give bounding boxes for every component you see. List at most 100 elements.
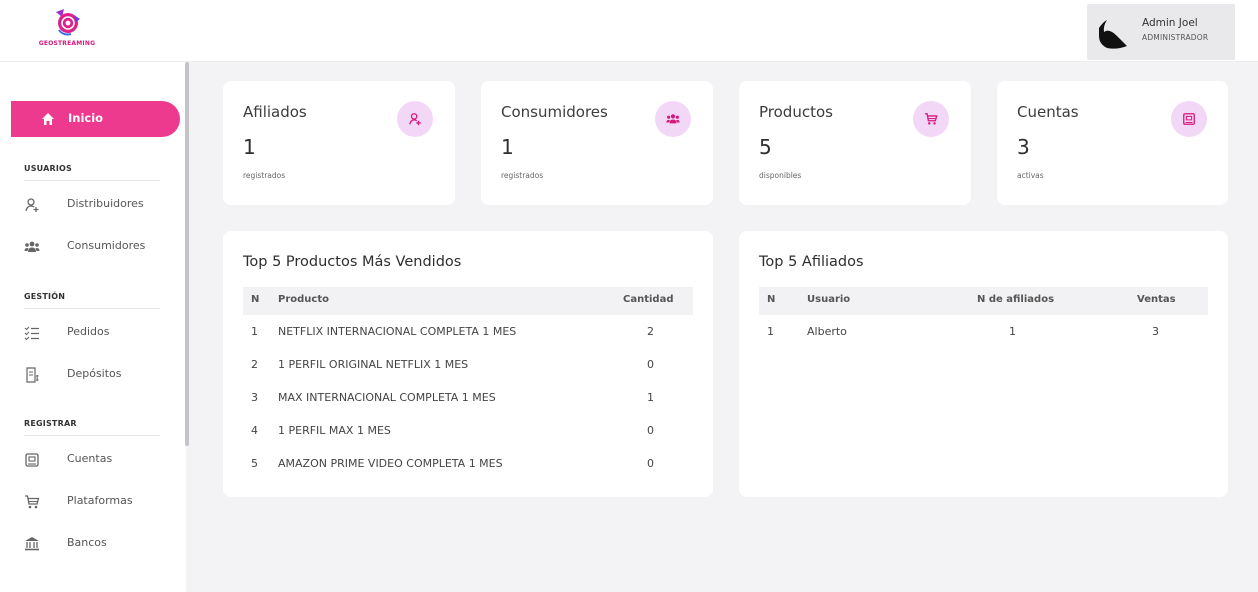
table-cell: 1 PERFIL MAX 1 MES — [278, 424, 391, 437]
bank-icon — [25, 537, 39, 551]
top-products-card: Top 5 Productos Más Vendidos N Producto … — [223, 231, 713, 497]
sidebar-item-consumidores[interactable]: Consumidores — [24, 236, 174, 258]
stat-subtitle: activas — [1017, 171, 1044, 180]
sidebar-item-label: Plataformas — [67, 494, 133, 507]
top-affiliates-card: Top 5 Afiliados N Usuario N de afiliados… — [739, 231, 1228, 497]
cart-icon — [924, 113, 938, 125]
logo-text: GEOSTREAMING — [38, 40, 96, 47]
stat-icon-badge — [655, 101, 691, 137]
table-cell: AMAZON PRIME VIDEO COMPLETA 1 MES — [278, 457, 503, 470]
table-row: 2 1 PERFIL ORIGINAL NETFLIX 1 MES 0 — [243, 350, 693, 383]
table-cell: 4 — [251, 424, 258, 437]
logo-mark-icon — [56, 9, 80, 36]
top-products-title: Top 5 Productos Más Vendidos — [243, 254, 462, 270]
stat-value: 3 — [1017, 135, 1030, 159]
sidebar-item-label: Inicio — [68, 111, 104, 125]
divider — [24, 435, 160, 436]
stat-icon-badge — [1171, 101, 1207, 137]
stat-value: 5 — [759, 135, 772, 159]
stat-subtitle: disponibles — [759, 171, 802, 180]
stat-card-afiliados: Afiliados 1 registrados — [223, 81, 455, 205]
table-cell: 1 — [647, 391, 654, 404]
table-cell: 0 — [647, 424, 654, 437]
column-header: Cantidad — [623, 294, 674, 305]
stat-title: Productos — [759, 103, 833, 121]
section-title-usuarios: USUARIOS — [24, 164, 72, 173]
section-title-gestion: GESTIÓN — [24, 292, 66, 301]
table-cell: NETFLIX INTERNACIONAL COMPLETA 1 MES — [278, 325, 517, 338]
column-header: Usuario — [807, 294, 851, 305]
column-header: N — [251, 294, 260, 305]
stat-title: Consumidores — [501, 103, 608, 121]
user-role: ADMINISTRADOR — [1142, 33, 1209, 42]
table-cell: 1 — [251, 325, 258, 338]
sidebar-item-cuentas[interactable]: Cuentas — [24, 449, 174, 471]
sidebar-item-inicio[interactable]: Inicio — [11, 101, 180, 137]
divider — [24, 308, 160, 309]
sidebar-item-plataformas[interactable]: Plataformas — [24, 491, 174, 513]
sidebar-item-pedidos[interactable]: Pedidos — [24, 322, 174, 344]
users-icon — [24, 241, 40, 252]
top-affiliates-title: Top 5 Afiliados — [759, 254, 864, 270]
column-header: Ventas — [1137, 294, 1176, 305]
table-cell: 2 — [251, 358, 258, 371]
users-icon — [666, 114, 680, 124]
stat-title: Afiliados — [243, 103, 307, 121]
sidebar-item-depositos[interactable]: Depósitos — [24, 364, 174, 386]
user-plus-icon — [409, 113, 421, 126]
home-icon — [42, 113, 54, 125]
table-cell: 0 — [647, 457, 654, 470]
sidebar-item-label: Consumidores — [67, 239, 146, 252]
column-header: N — [767, 294, 776, 305]
stat-subtitle: registrados — [243, 171, 286, 180]
stat-title: Cuentas — [1017, 103, 1079, 121]
stat-value: 1 — [243, 135, 256, 159]
sidebar-item-label: Depósitos — [67, 367, 122, 380]
user-menu[interactable]: Admin Joel ADMINISTRADOR — [1087, 4, 1235, 60]
receipt-icon — [26, 367, 39, 383]
sidebar-item-label: Bancos — [67, 536, 107, 549]
stat-card-consumidores: Consumidores 1 registrados — [481, 81, 713, 205]
top-bar: GEOSTREAMING Admin Joel ADMINISTRADOR — [0, 0, 1258, 62]
sidebar-item-label: Cuentas — [67, 452, 113, 465]
list-icon — [24, 326, 39, 341]
user-plus-icon — [25, 198, 39, 212]
section-title-registrar: REGISTRAR — [24, 419, 77, 428]
table-cell: 1 — [1009, 325, 1016, 338]
cart-icon — [25, 495, 40, 509]
user-name: Admin Joel — [1142, 17, 1198, 29]
stat-icon-badge — [913, 101, 949, 137]
sidebar-item-bancos[interactable]: Bancos — [24, 533, 174, 555]
table-cell: 3 — [251, 391, 258, 404]
table-cell: 3 — [1152, 325, 1159, 338]
account-box-icon — [25, 453, 39, 467]
sidebar-item-distribuidores[interactable]: Distribuidores — [24, 194, 174, 216]
column-header: Producto — [278, 294, 329, 305]
divider — [24, 180, 160, 181]
account-box-icon — [1183, 113, 1195, 125]
stat-card-cuentas: Cuentas 3 activas — [997, 81, 1228, 205]
table-cell: MAX INTERNACIONAL COMPLETA 1 MES — [278, 391, 496, 404]
sidebar-item-label: Pedidos — [67, 325, 110, 338]
table-row: 1 NETFLIX INTERNACIONAL COMPLETA 1 MES 2 — [243, 317, 693, 350]
table-cell: 1 — [767, 325, 774, 338]
stat-subtitle: registrados — [501, 171, 544, 180]
table-header: N Producto Cantidad — [243, 287, 693, 315]
table-row: 3 MAX INTERNACIONAL COMPLETA 1 MES 1 — [243, 383, 693, 416]
table-row: 1 Alberto 1 3 — [759, 317, 1208, 350]
column-header: N de afiliados — [977, 294, 1055, 305]
table-header: N Usuario N de afiliados Ventas — [759, 287, 1208, 315]
table-row: 4 1 PERFIL MAX 1 MES 0 — [243, 416, 693, 449]
table-cell: 5 — [251, 457, 258, 470]
table-cell: 1 PERFIL ORIGINAL NETFLIX 1 MES — [278, 358, 469, 371]
stat-card-productos: Productos 5 disponibles — [739, 81, 971, 205]
stat-value: 1 — [501, 135, 514, 159]
table-cell: 2 — [647, 325, 654, 338]
table-row: 5 AMAZON PRIME VIDEO COMPLETA 1 MES 0 — [243, 449, 693, 482]
avatar — [1099, 20, 1127, 49]
sidebar-scrollbar[interactable] — [185, 62, 189, 446]
app-logo[interactable]: GEOSTREAMING — [22, 6, 112, 58]
table-cell: 0 — [647, 358, 654, 371]
sidebar-item-label: Distribuidores — [67, 197, 144, 210]
stat-icon-badge — [397, 101, 433, 137]
